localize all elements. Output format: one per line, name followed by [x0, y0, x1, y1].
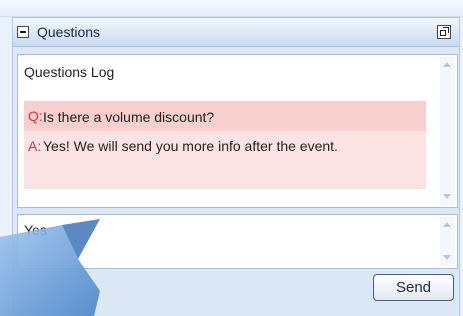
- collapse-icon[interactable]: [17, 26, 29, 38]
- scroll-up-icon[interactable]: [442, 219, 453, 231]
- send-button[interactable]: Send: [373, 274, 454, 301]
- qa-entry: Q: Is there a volume discount? A: Yes! W…: [24, 101, 426, 189]
- log-scrollbar[interactable]: [440, 57, 455, 205]
- panel-title: Questions: [37, 24, 101, 40]
- scroll-down-icon[interactable]: [442, 191, 453, 203]
- scroll-down-icon[interactable]: [442, 252, 453, 264]
- answer-prefix: A:: [28, 138, 42, 154]
- panel-header: Questions: [13, 17, 459, 47]
- input-scrollbar[interactable]: [440, 217, 455, 266]
- pointer-arrow-graphic: [0, 219, 100, 316]
- scroll-up-icon[interactable]: [442, 59, 453, 71]
- question-prefix: Q:: [28, 108, 43, 124]
- answer-text: Yes! We will send you more info after th…: [43, 138, 338, 154]
- log-title: Questions Log: [24, 64, 115, 80]
- top-strip: [0, 0, 463, 17]
- popout-icon[interactable]: [437, 25, 451, 39]
- questions-log: Questions Log Q: Is there a volume disco…: [17, 54, 458, 208]
- question-text: Is there a volume discount?: [43, 109, 215, 125]
- answer-row: A: Yes! We will send you more info after…: [24, 131, 426, 189]
- question-row: Q: Is there a volume discount?: [24, 101, 426, 131]
